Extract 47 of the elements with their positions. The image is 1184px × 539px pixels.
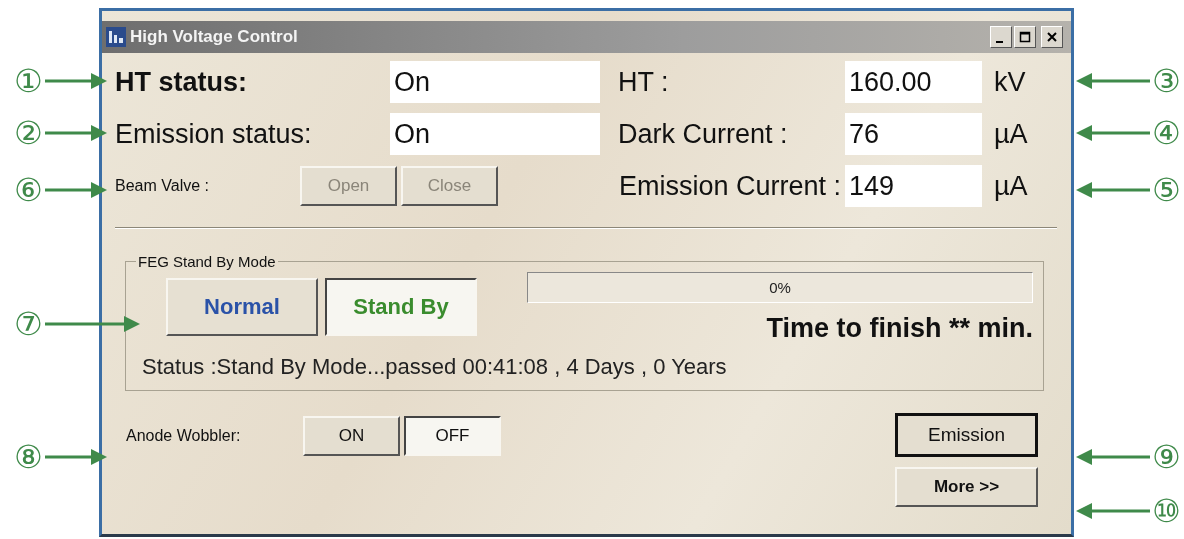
window-title: High Voltage Control (130, 27, 298, 47)
maximize-icon (1019, 31, 1031, 43)
callout-number: ① (14, 65, 43, 97)
app-icon (106, 27, 126, 47)
reading-field: 149 (845, 165, 982, 207)
callout-number: ③ (1152, 65, 1181, 97)
status-text: Status :Stand By Mode...passed 00:41:08 , 4 Days , 0 Years (142, 354, 727, 380)
mode-button[interactable]: Normal (166, 278, 318, 336)
reading-label: Emission Current : (618, 170, 842, 202)
callout-number: ④ (1152, 117, 1181, 149)
progress-reading: 0% (769, 279, 791, 296)
unit-label: kV (993, 66, 1027, 98)
status-label: HT status: (115, 66, 248, 98)
close-icon (1046, 31, 1058, 43)
callout-number: ② (14, 117, 43, 149)
group-title: FEG Stand By Mode (137, 253, 277, 270)
callout-arrow (44, 182, 107, 198)
beam-valve-label: Beam Valve : (115, 177, 210, 195)
reading-field: 160.00 (845, 61, 982, 103)
minimize-icon (996, 41, 1003, 43)
status-label: Emission status: (115, 118, 313, 150)
callout-number: ⑥ (14, 174, 43, 206)
callout-number: ⑩ (1152, 495, 1181, 527)
mode-button[interactable]: Stand By (325, 278, 477, 336)
time-remaining: Time to finish ** min. (766, 313, 1033, 344)
callout-arrow (44, 73, 107, 89)
unit-label: µA (993, 118, 1029, 150)
toggle-button[interactable]: OFF (404, 416, 501, 456)
callout-number: ⑤ (1152, 174, 1181, 206)
callout-number: ⑨ (1152, 441, 1181, 473)
maximize-button[interactable] (1014, 26, 1036, 48)
action-button[interactable]: More >> (895, 467, 1038, 507)
callout-number: ⑧ (14, 441, 43, 473)
reading-label: Dark Current : (617, 118, 789, 150)
callout-arrow (44, 125, 107, 141)
reading-label: HT : (617, 66, 670, 98)
anode-wobbler-label: Anode Wobbler: (126, 427, 242, 445)
status-field: On (390, 113, 600, 155)
toggle-button[interactable]: ON (303, 416, 400, 456)
minimize-button[interactable] (990, 26, 1012, 48)
reading-field: 76 (845, 113, 982, 155)
callout-arrow (44, 449, 107, 465)
unit-label: µA (993, 170, 1029, 202)
action-button[interactable]: Emission (895, 413, 1038, 457)
close-button[interactable] (1041, 26, 1063, 48)
callout-number: ⑦ (14, 308, 43, 340)
status-field: On (390, 61, 600, 103)
